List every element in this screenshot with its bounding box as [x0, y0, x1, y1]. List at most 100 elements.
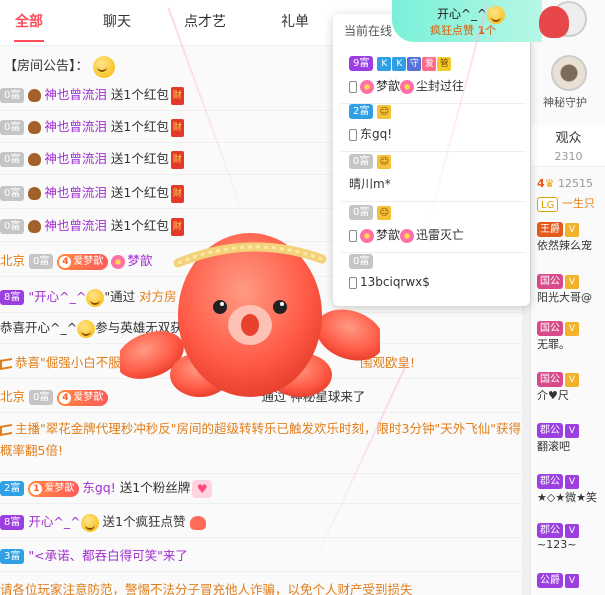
squirrel-avatar-icon [28, 187, 42, 200]
chat-action: 送1个红包 [106, 185, 169, 200]
viewer-name: 依然辣么宠 [537, 239, 592, 252]
user-badges: 2富 ☺ [349, 104, 392, 122]
room-link[interactable]: 对方房 [139, 289, 177, 304]
tab-talent[interactable]: 点才艺 [176, 0, 234, 46]
mobile-icon [349, 128, 357, 141]
online-username: 梦歆 迅雷灭亡 [349, 226, 464, 243]
chat-row: 2富 1 爱梦歆 东gq! 送1个粉丝牌 ♥ [0, 471, 522, 504]
viewer-row[interactable]: 郡公 V ★◇★微★笑 [537, 474, 605, 504]
guard-badge: 守 [407, 56, 422, 71]
system-message-tail: 通过 神秘星球来了 [261, 389, 366, 404]
chat-username[interactable]: "开心^_^ [28, 289, 86, 304]
host-name-text: 开心^_^ [437, 7, 488, 21]
vip-badge: V [565, 372, 579, 387]
chat-row: 恭喜开心^_^ 参与英雄无双获得 [0, 311, 522, 344]
wealth-rank-badge: 8富 [0, 290, 25, 305]
viewer-row[interactable]: 郡公 V 翻滚吧 [537, 423, 605, 453]
mystery-guard-avatar[interactable] [551, 55, 587, 91]
chat-row: 北京 0富 4 爱梦歆 通过 神秘星球来了 [0, 380, 522, 413]
host-name: 开心^_^ [437, 5, 506, 24]
username-part: 13bciqrwx$ [360, 275, 430, 289]
chat-username[interactable]: 神也曾流泪 [44, 87, 107, 102]
vip-badge: V [565, 523, 579, 538]
fan-club-name: 爱梦歆 [44, 482, 75, 494]
viewers-title: 观众 [555, 131, 582, 146]
online-user-row[interactable]: 0富 ☺ 晴川m* [341, 152, 526, 202]
noble-badge: 王爵 [537, 222, 563, 237]
safety-notice: 请各位玩家注意防范，警惕不法分子冒充他人诈骗，以免个人财产受到损失 [0, 582, 413, 595]
wealth-rank-badge: 3富 [0, 549, 25, 564]
chat-row: 8富 开心^_^ 送1个疯狂点赞 [0, 505, 522, 538]
chat-username[interactable]: 神也曾流泪 [44, 185, 107, 200]
viewer-row[interactable]: LG 一生只 [537, 195, 605, 221]
chat-username[interactable]: 东gq! [82, 480, 115, 495]
viewer-row[interactable]: 国公 V 阳光大哥@ [537, 274, 605, 304]
noble-badge: 国公 [537, 321, 563, 336]
flower-icon [360, 79, 374, 94]
viewer-row[interactable]: 郡公 V ~123~ [537, 523, 605, 551]
viewer-name: 翻滚吧 [537, 440, 570, 453]
gift-unit: 个 [485, 24, 497, 37]
noble-badge: 公爵 [537, 573, 563, 588]
viewer-name: ~123~ [537, 538, 577, 551]
wealth-rank-badge: 8富 [0, 515, 25, 530]
wealth-rank-badge: 2富 [0, 481, 25, 496]
vip-badge: V [565, 321, 579, 336]
system-message: 恭喜开心^_^ [0, 320, 78, 335]
wealth-rank-badge: 0富 [349, 254, 374, 269]
viewer-level: 4 [537, 177, 545, 190]
chat-username[interactable]: 梦歆 [127, 253, 152, 268]
viewers-header[interactable]: 观众 2310 [531, 125, 605, 167]
fan-badge-gift-icon: ♥ [192, 479, 213, 498]
username-part: 东gq! [360, 127, 393, 141]
noble-badge: 国公 [537, 372, 563, 387]
broadcast-horn-icon [0, 423, 12, 436]
fan-level: 4 [59, 391, 72, 404]
wealth-rank-badge: 2富 [349, 104, 374, 119]
viewer-row[interactable]: 国公 V 介♥尺 [537, 372, 605, 402]
tab-chat[interactable]: 聊天 [88, 0, 146, 46]
chat-username[interactable]: 开心^_^ [28, 514, 80, 529]
grin-emoji-icon [77, 319, 96, 338]
user-badges: 0富 ☺ [349, 154, 392, 172]
fan-club-badge: 4 爱梦歆 [57, 253, 109, 270]
fan-level: 1 [30, 482, 43, 495]
chat-action: 送1个红包 [106, 87, 169, 102]
viewer-row[interactable]: 国公 V 无罪。 [537, 321, 605, 351]
online-user-row[interactable]: 9富 K K 守爱管 梦歆 尘封过往 [341, 54, 526, 104]
noble-badge: 郡公 [537, 474, 563, 489]
online-username: 13bciqrwx$ [349, 275, 430, 289]
viewer-score: 12515 [558, 177, 594, 190]
noble-badge: 国公 [537, 274, 563, 289]
wealth-rank-badge: 0富 [29, 390, 54, 405]
entry-message: "<承诺、都吞白得可笑"来了 [28, 548, 188, 563]
online-user-row[interactable]: 0富 13bciqrwx$ [341, 252, 526, 302]
user-badges: 0富 ☺ [349, 205, 392, 223]
viewer-row[interactable]: 王爵 V 依然辣么宠 [537, 222, 605, 252]
tab-all-label: 全部 [15, 14, 43, 30]
squirrel-avatar-icon [28, 89, 42, 102]
fan-club-name: 爱梦歆 [73, 391, 104, 403]
grin-emoji-icon [92, 55, 115, 78]
chat-row: 恭喜"倔强小白不服输"房间 围观欧皇! [0, 346, 522, 379]
chat-username[interactable]: 神也曾流泪 [44, 151, 107, 166]
chat-username[interactable]: 神也曾流泪 [44, 218, 107, 233]
online-user-row[interactable]: 0富 ☺ 梦歆 迅雷灭亡 [341, 203, 526, 253]
mobile-icon [349, 80, 357, 93]
tab-gift-list[interactable]: 礼单 [266, 0, 324, 46]
chat-action: 送1个红包 [106, 218, 169, 233]
chat-row: 3富 "<承诺、都吞白得可笑"来了 [0, 539, 522, 572]
tab-all[interactable]: 全部 [0, 0, 58, 46]
mobile-icon [349, 276, 357, 289]
viewer-row[interactable]: 公爵 V [537, 573, 605, 595]
squirrel-avatar-icon [28, 153, 42, 166]
flower-icon [360, 228, 374, 243]
host-banner[interactable]: 开心^_^ 疯狂点赞 1个 [392, 0, 542, 42]
user-badges: 0富 [349, 254, 377, 272]
chat-username[interactable]: 神也曾流泪 [44, 119, 107, 134]
online-user-row[interactable]: 2富 ☺ 东gq! [341, 102, 526, 152]
wealth-rank-badge: 0富 [349, 154, 374, 169]
broadcast-message: 主播"翠花金牌代理秒冲秒反"房间的超级转转乐已触发欢乐时刻，限时3分钟"天外飞仙… [0, 421, 521, 458]
smile-badge-icon: ☺ [377, 154, 392, 169]
grin-emoji-icon [487, 5, 506, 24]
